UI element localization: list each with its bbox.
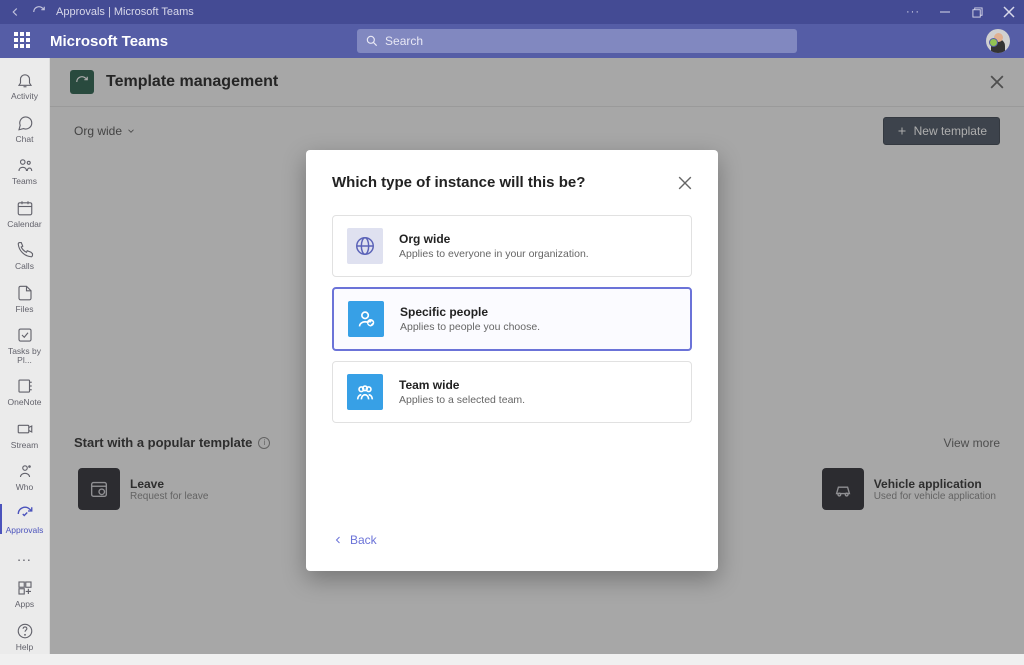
rail-help[interactable]: Help — [0, 615, 50, 658]
rail-chat[interactable]: Chat — [0, 107, 50, 150]
back-button[interactable]: Back — [332, 533, 692, 547]
rail-files[interactable]: Files — [0, 277, 50, 320]
chat-icon — [15, 113, 35, 133]
calendar-icon — [15, 198, 35, 218]
phone-icon — [15, 240, 35, 260]
rail-stream[interactable]: Stream — [0, 413, 50, 456]
chevron-left-icon — [332, 534, 344, 546]
bell-icon — [15, 70, 35, 90]
app-launcher-icon[interactable] — [14, 32, 32, 50]
rail-tasks[interactable]: Tasks by Pl... — [0, 319, 50, 370]
app-name: Microsoft Teams — [50, 33, 168, 50]
window-titlebar: Approvals | Microsoft Teams ··· — [0, 0, 1024, 24]
option-org-wide[interactable]: Org wideApplies to everyone in your orga… — [332, 215, 692, 277]
stream-icon — [15, 419, 35, 439]
maximize-icon[interactable] — [970, 5, 984, 19]
rail-calendar[interactable]: Calendar — [0, 192, 50, 235]
minimize-icon[interactable] — [938, 5, 952, 19]
close-icon[interactable] — [1002, 5, 1016, 19]
search-input[interactable]: Search — [357, 29, 797, 53]
presence-available-icon — [989, 38, 998, 47]
approvals-icon — [15, 504, 35, 524]
tasks-icon — [15, 325, 35, 345]
rail-approvals[interactable]: Approvals — [0, 498, 50, 541]
help-icon — [15, 621, 35, 641]
rail-calls[interactable]: Calls — [0, 234, 50, 277]
rail-onenote[interactable]: OneNote — [0, 370, 50, 413]
modal-close-icon[interactable] — [678, 176, 692, 190]
onenote-icon — [15, 376, 35, 396]
app-header: Microsoft Teams Search — [0, 24, 1024, 58]
option-team-wide[interactable]: Team wideApplies to a selected team. — [332, 361, 692, 423]
rail-apps[interactable]: Apps — [0, 572, 50, 615]
teams-icon — [15, 155, 35, 175]
rail-activity[interactable]: Activity — [0, 64, 50, 107]
search-icon — [365, 34, 379, 48]
back-icon[interactable] — [8, 5, 22, 19]
window-title: Approvals | Microsoft Teams — [56, 6, 194, 18]
more-icon[interactable]: ··· — [906, 5, 920, 19]
option-specific-people[interactable]: Specific peopleApplies to people you cho… — [332, 287, 692, 351]
globe-icon — [347, 228, 383, 264]
modal-title: Which type of instance will this be? — [332, 174, 585, 191]
file-icon — [15, 283, 35, 303]
instance-type-modal: Which type of instance will this be? Org… — [306, 150, 718, 571]
refresh-icon[interactable] — [32, 5, 46, 19]
apps-icon — [15, 578, 35, 598]
rail-who[interactable]: Who — [0, 455, 50, 498]
team-icon — [347, 374, 383, 410]
search-placeholder: Search — [385, 34, 423, 48]
rail-more[interactable]: ... — [17, 540, 32, 572]
person-check-icon — [348, 301, 384, 337]
who-icon — [15, 461, 35, 481]
left-rail: Activity Chat Teams Calendar Calls Files… — [0, 58, 50, 654]
rail-teams[interactable]: Teams — [0, 149, 50, 192]
